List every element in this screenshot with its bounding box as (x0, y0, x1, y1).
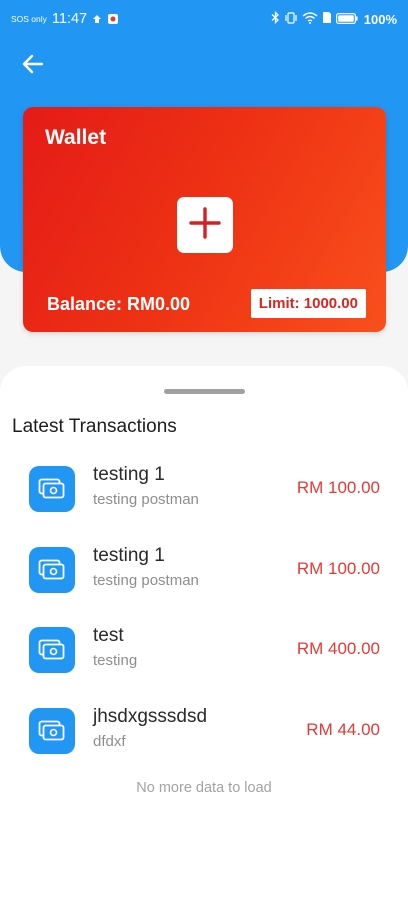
add-funds-button[interactable] (177, 197, 233, 253)
transaction-amount: RM 100.00 (296, 558, 380, 578)
transaction-title: testing 1 (93, 544, 165, 566)
transaction-amount: RM 400.00 (296, 639, 380, 659)
bluetooth-icon (271, 10, 280, 27)
transaction-amount: RM 44.00 (306, 720, 380, 740)
wifi-icon (302, 11, 318, 27)
back-button[interactable] (18, 52, 48, 80)
battery-percent: 100% (363, 11, 397, 27)
notification-badge-icon (107, 13, 119, 25)
transaction-description: testing (93, 652, 138, 670)
transaction-row[interactable]: jhsdxgsssdsd dfdxf RM 44.00 (0, 703, 408, 784)
clock: 11:47 (51, 11, 88, 27)
transaction-row[interactable]: test testing RM 400.00 (0, 622, 408, 703)
notification-app-icon (91, 13, 103, 25)
transaction-title: testing 1 (93, 464, 165, 485)
money-icon (29, 708, 75, 755)
wallet-limit-badge: Limit: 1000.00 (250, 289, 366, 318)
transaction-title: test (93, 625, 124, 647)
transaction-description: testing postman (93, 491, 199, 508)
transaction-amount: RM 100.00 (296, 478, 380, 497)
arrow-left-icon (22, 54, 44, 79)
end-of-list-message: No more data to load (136, 780, 272, 796)
transaction-list: testing 1 testing postman RM 100.00 test… (0, 461, 408, 784)
wallet-card: Wallet Balance: RM0.00 Limit: 1000.00 (23, 107, 386, 332)
section-title: Latest Transactions (12, 416, 177, 437)
transaction-description: testing postman (93, 571, 199, 589)
wallet-title: Wallet (45, 126, 107, 149)
money-icon (29, 466, 75, 512)
transactions-sheet: Latest Transactions testing 1 testing po… (0, 366, 408, 900)
transaction-title: jhsdxgsssdsd (93, 706, 208, 728)
wallet-screen: SOS only 11:47 100% Wallet Balance: RM0.… (0, 0, 408, 900)
transaction-description: dfdxf (93, 733, 126, 751)
vibrate-icon (284, 11, 298, 27)
money-icon (29, 546, 75, 593)
sim-icon (322, 11, 332, 27)
battery-icon (335, 12, 358, 27)
plus-icon (188, 206, 222, 245)
drag-handle[interactable] (164, 389, 245, 394)
transaction-row[interactable]: testing 1 testing postman RM 100.00 (0, 542, 408, 623)
status-bar: SOS only 11:47 100% (0, 0, 408, 38)
money-icon (29, 627, 75, 674)
transaction-row[interactable]: testing 1 testing postman RM 100.00 (0, 461, 408, 542)
sos-label: SOS only (11, 14, 47, 24)
wallet-balance: Balance: RM0.00 (47, 294, 191, 314)
